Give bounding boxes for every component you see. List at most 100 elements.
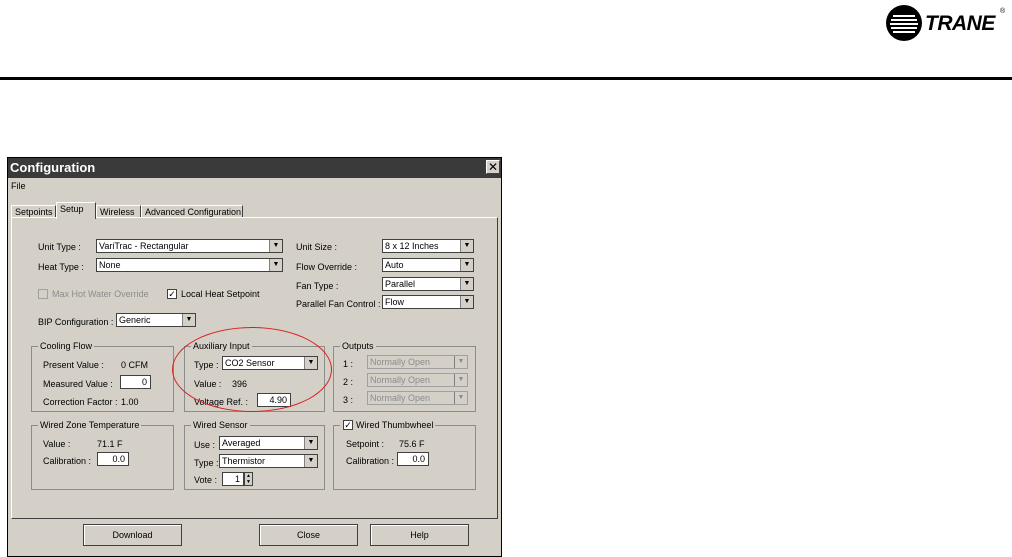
chevron-down-icon: ▼	[454, 374, 467, 386]
sensor-type-label: Type :	[194, 458, 219, 468]
unit-type-value: VariTrac - Rectangular	[99, 241, 189, 251]
wired-sensor-title: Wired Sensor	[191, 420, 250, 430]
aux-type-select[interactable]: CO2 Sensor ▼	[222, 356, 318, 370]
flow-override-value: Auto	[385, 260, 404, 270]
measured-value-input[interactable]: 0	[120, 375, 151, 389]
heat-type-select[interactable]: None ▼	[96, 258, 283, 272]
chevron-down-icon: ▼	[304, 437, 317, 449]
download-button[interactable]: Download	[83, 524, 182, 546]
correction-factor-label: Correction Factor :	[43, 397, 118, 407]
sensor-vote-label: Vote :	[194, 475, 218, 485]
sensor-use-value: Averaged	[222, 438, 261, 448]
chevron-down-icon: ▼	[460, 296, 473, 308]
unit-size-value: 8 x 12 Inches	[385, 241, 439, 251]
chevron-down-icon: ▼	[304, 455, 317, 467]
unit-size-label: Unit Size :	[296, 242, 338, 252]
voltage-ref-input[interactable]: 4.90	[257, 393, 291, 407]
menu-file[interactable]: File	[11, 181, 26, 191]
chevron-down-icon: ▼	[460, 240, 473, 252]
wired-thumbwheel-title: Wired Thumbwheel	[340, 420, 436, 430]
wired-thumbwheel-checkbox[interactable]: ✓	[343, 420, 353, 430]
window-title: Configuration	[10, 160, 96, 175]
menu-bar: File	[8, 178, 501, 194]
output-3-label: 3 :	[343, 395, 354, 405]
bip-configuration-value: Generic	[119, 315, 151, 325]
aux-value-label: Value :	[194, 379, 222, 389]
voltage-ref-label: Voltage Ref. :	[194, 397, 249, 407]
heat-type-label: Heat Type :	[38, 262, 84, 272]
output-1-label: 1 :	[343, 359, 354, 369]
unit-size-select[interactable]: 8 x 12 Inches ▼	[382, 239, 474, 253]
parallel-fan-control-label: Parallel Fan Control :	[296, 299, 381, 309]
output-2-label: 2 :	[343, 377, 354, 387]
fan-type-select[interactable]: Parallel ▼	[382, 277, 474, 291]
unit-type-select[interactable]: VariTrac - Rectangular ▼	[96, 239, 283, 253]
chevron-down-icon: ▼	[182, 314, 195, 326]
present-value: 0 CFM	[121, 360, 148, 370]
close-button[interactable]: Close	[259, 524, 358, 546]
outputs-title: Outputs	[340, 341, 376, 351]
measured-value-label: Measured Value :	[43, 379, 113, 389]
output-2-select[interactable]: Normally Open ▼	[367, 373, 468, 387]
output-3-select[interactable]: Normally Open ▼	[367, 391, 468, 405]
chevron-down-icon: ▼	[269, 240, 282, 252]
help-button[interactable]: Help	[370, 524, 469, 546]
aux-type-label: Type :	[194, 360, 219, 370]
zone-temp-calibration-label: Calibration :	[43, 456, 92, 466]
output-1-select[interactable]: Normally Open ▼	[367, 355, 468, 369]
bip-configuration-label: BIP Configuration :	[38, 317, 114, 327]
tab-setup[interactable]: Setup	[56, 202, 96, 219]
sensor-vote-input[interactable]: 1	[222, 472, 244, 486]
output-3-value: Normally Open	[370, 393, 431, 403]
correction-factor-value: 1.00	[121, 397, 139, 407]
configuration-dialog: Configuration ✕ File Setpoints Setup Wir…	[7, 157, 502, 557]
fan-type-label: Fan Type :	[296, 281, 339, 291]
present-value-label: Present Value :	[43, 360, 104, 370]
wired-zone-temperature-title: Wired Zone Temperature	[38, 420, 142, 430]
parallel-fan-control-select[interactable]: Flow ▼	[382, 295, 474, 309]
sensor-type-value: Thermistor	[222, 456, 266, 466]
flow-override-label: Flow Override :	[296, 262, 358, 272]
trane-wordmark: TRANE	[925, 12, 995, 35]
thumbwheel-setpoint-label: Setpoint :	[346, 439, 385, 449]
close-window-button[interactable]: ✕	[486, 160, 500, 174]
fan-type-value: Parallel	[385, 279, 416, 289]
thumbwheel-calibration-input[interactable]: 0.0	[397, 452, 429, 466]
aux-type-value: CO2 Sensor	[225, 358, 275, 368]
auxiliary-input-title: Auxiliary Input	[191, 341, 252, 351]
local-heat-setpoint-label: Local Heat Setpoint	[181, 289, 260, 299]
max-hot-water-override-label: Max Hot Water Override	[52, 289, 149, 299]
trane-globe-icon	[886, 5, 922, 41]
chevron-down-icon: ▼	[454, 356, 467, 368]
aux-value: 396	[232, 379, 248, 389]
unit-type-label: Unit Type :	[38, 242, 81, 252]
bip-configuration-select[interactable]: Generic ▼	[116, 313, 196, 327]
trane-logo: TRANE ®	[885, 2, 1010, 44]
registered-mark: ®	[1000, 8, 1006, 15]
thumbwheel-setpoint-value: 75.6 F	[399, 439, 425, 449]
output-1-value: Normally Open	[370, 357, 431, 367]
cooling-flow-title: Cooling Flow	[38, 341, 95, 351]
spin-down-icon[interactable]: ▼	[245, 479, 252, 485]
vote-spinner[interactable]: ▲ ▼	[244, 472, 253, 486]
heat-type-value: None	[99, 260, 121, 270]
parallel-fan-control-value: Flow	[385, 297, 405, 307]
local-heat-setpoint-checkbox[interactable]: ✓	[167, 289, 177, 299]
flow-override-select[interactable]: Auto ▼	[382, 258, 474, 272]
chevron-down-icon: ▼	[269, 259, 282, 271]
output-2-value: Normally Open	[370, 375, 431, 385]
sensor-use-label: Use :	[194, 440, 216, 450]
chevron-down-icon: ▼	[304, 357, 317, 369]
header-rule	[0, 77, 1012, 80]
zone-temp-value-label: Value :	[43, 439, 71, 449]
chevron-down-icon: ▼	[460, 278, 473, 290]
max-hot-water-override-checkbox[interactable]	[38, 289, 48, 299]
title-bar[interactable]: Configuration ✕	[8, 158, 501, 178]
sensor-type-select[interactable]: Thermistor ▼	[219, 454, 318, 468]
thumbwheel-calibration-label: Calibration :	[346, 456, 395, 466]
chevron-down-icon: ▼	[460, 259, 473, 271]
chevron-down-icon: ▼	[454, 392, 467, 404]
zone-temp-calibration-input[interactable]: 0.0	[97, 452, 129, 466]
sensor-use-select[interactable]: Averaged ▼	[219, 436, 318, 450]
zone-temp-value: 71.1 F	[97, 439, 123, 449]
